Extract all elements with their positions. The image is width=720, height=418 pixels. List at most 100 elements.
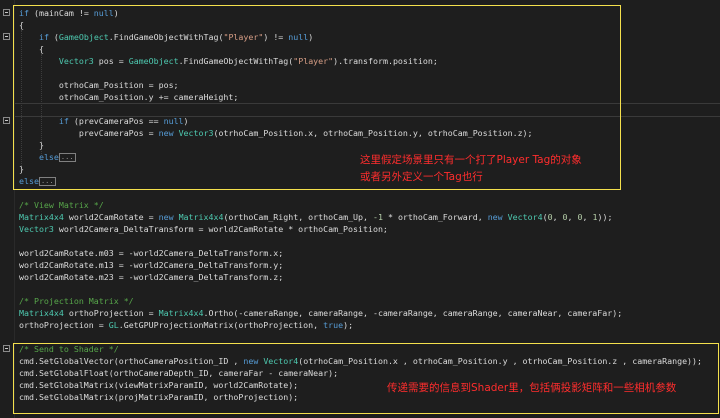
code-text: cmd.SetGlobalVector(orthoCameraPosition_… bbox=[19, 356, 244, 366]
code-text: { bbox=[38, 44, 44, 54]
code-line: world2CamRotate.m03 = -world2Camera_Delt… bbox=[19, 247, 720, 259]
code-text: orthoProjection = bbox=[63, 308, 159, 318]
code-line: { bbox=[19, 43, 720, 55]
type-name: Vector3 bbox=[19, 224, 54, 234]
code-text: , bbox=[552, 212, 563, 222]
code-comment: /* Projection Matrix */ bbox=[19, 296, 134, 306]
code-text: (prevCameraPos == bbox=[68, 116, 164, 126]
code-lines[interactable]: if (mainCam != null) { if (GameObject.Fi… bbox=[19, 7, 720, 403]
code-comment: /* View Matrix */ bbox=[19, 200, 104, 210]
keyword: if bbox=[38, 32, 49, 42]
keyword: new bbox=[487, 212, 503, 222]
code-comment: /* Send to Shader */ bbox=[19, 344, 119, 354]
code-text: ) bbox=[183, 116, 189, 126]
code-line: if (mainCam != null) bbox=[19, 7, 720, 19]
keyword: new bbox=[158, 128, 174, 138]
code-text: cmd.SetGlobalMatrix(projMatrixParamID, o… bbox=[19, 392, 299, 402]
type-name: Vector3 bbox=[58, 56, 94, 66]
fold-toggle-icon[interactable] bbox=[3, 345, 10, 352]
type-name: Matrix4x4 bbox=[19, 212, 64, 222]
type-name: Matrix4x4 bbox=[158, 308, 204, 318]
code-text: { bbox=[19, 20, 24, 30]
code-text: } bbox=[38, 140, 44, 150]
keyword: new bbox=[243, 356, 259, 366]
keyword: null bbox=[93, 8, 114, 18]
code-text: ) bbox=[308, 32, 314, 42]
string-literal: "Player" bbox=[223, 32, 264, 42]
code-text: world2CamRotate = bbox=[63, 212, 159, 222]
type-name: GameObject bbox=[58, 32, 109, 42]
type-name: GL bbox=[108, 320, 119, 330]
code-text: world2CamRotate.m03 = -world2Camera_Delt… bbox=[19, 248, 284, 258]
code-line: if (GameObject.FindGameObjectWithTag("Pl… bbox=[38, 32, 314, 42]
code-text: ) bbox=[113, 8, 119, 18]
code-text: )); bbox=[597, 212, 613, 222]
code-text: world2Camera_DeltaTransform = world2CamR… bbox=[53, 224, 388, 234]
code-text: (mainCam != bbox=[28, 8, 94, 18]
fold-toggle-icon[interactable] bbox=[3, 117, 10, 124]
code-text: (orthoCam_Right, orthoCam_Up, bbox=[223, 212, 373, 222]
code-text: otrhoCam_Position.y += cameraHeight; bbox=[58, 92, 239, 102]
keyword: if bbox=[19, 8, 29, 18]
code-line: Matrix4x4 orthoProjection = Matrix4x4.Or… bbox=[19, 307, 720, 319]
code-text: , bbox=[582, 212, 593, 222]
code-line: } bbox=[19, 139, 720, 151]
annotation-player-tag: 这里假定场景里只有一个打了Player Tag的对象 或者另外定义一个Tag也行 bbox=[360, 154, 582, 183]
code-line: /* Send to Shader */ bbox=[19, 343, 720, 355]
keyword: else bbox=[19, 176, 39, 186]
type-name: Vector4 bbox=[507, 212, 543, 222]
code-text: * orthoCam_Forward, bbox=[382, 212, 488, 222]
keyword: null bbox=[163, 116, 184, 126]
code-line: world2CamRotate.m23 = -world2Camera_Delt… bbox=[19, 271, 720, 283]
keyword: null bbox=[288, 32, 309, 42]
code-text: .FindGameObjectWithTag( bbox=[178, 56, 294, 66]
code-line: /* View Matrix */ bbox=[19, 199, 720, 211]
code-line: /* Projection Matrix */ bbox=[19, 295, 720, 307]
code-editor[interactable]: if (mainCam != null) { if (GameObject.Fi… bbox=[0, 0, 720, 418]
editor-gutter bbox=[0, 0, 15, 418]
keyword: else bbox=[38, 152, 59, 162]
code-line: if (prevCameraPos == null) bbox=[19, 115, 720, 127]
code-text: .Ortho(-cameraRange, cameraRange, -camer… bbox=[203, 308, 623, 318]
fold-toggle-icon[interactable] bbox=[3, 9, 10, 16]
type-name: Matrix4x4 bbox=[19, 308, 64, 318]
code-text: .GetGPUProjectionMatrix(orthoProjection, bbox=[118, 320, 324, 330]
keyword: true bbox=[323, 320, 344, 330]
code-text: , bbox=[567, 212, 578, 222]
code-text: world2CamRotate.m13 = -world2Camera_Delt… bbox=[19, 260, 284, 270]
type-name: Vector3 bbox=[178, 128, 214, 138]
fold-toggle-icon[interactable] bbox=[3, 33, 10, 40]
code-text: pos = bbox=[93, 56, 129, 66]
code-text: (otrhoCam_Position.x , otrhoCam_Position… bbox=[298, 356, 703, 366]
code-line: otrhoCam_Position.y += cameraHeight; bbox=[19, 91, 720, 103]
type-name: Matrix4x4 bbox=[178, 212, 224, 222]
code-text: ).transform.position; bbox=[333, 56, 438, 66]
code-text: cmd.SetGlobalFloat(orthoCameraDepth_ID, … bbox=[19, 368, 339, 378]
code-line: otrhoCam_Position = pos; bbox=[19, 79, 720, 91]
number-literal: -1 bbox=[373, 212, 383, 222]
collapsed-region-marker[interactable]: ... bbox=[58, 153, 76, 162]
code-line: orthoProjection = GL.GetGPUProjectionMat… bbox=[19, 319, 720, 331]
code-text: prevCameraPos = bbox=[78, 128, 159, 138]
code-text: (otrhoCam_Position.x, otrhoCam_Position.… bbox=[213, 128, 533, 138]
code-line: prevCameraPos = new Vector3(otrhoCam_Pos… bbox=[19, 127, 720, 139]
collapsed-region-marker[interactable]: ... bbox=[38, 177, 56, 186]
code-text: ); bbox=[343, 320, 354, 330]
code-text: world2CamRotate.m23 = -world2Camera_Delt… bbox=[19, 272, 284, 282]
code-text: } bbox=[19, 164, 24, 174]
code-line: Vector3 pos = GameObject.FindGameObjectW… bbox=[19, 55, 720, 67]
code-text: orthoProjection = bbox=[19, 320, 109, 330]
keyword: if bbox=[58, 116, 69, 126]
code-line: { bbox=[19, 19, 720, 31]
type-name: GameObject bbox=[128, 56, 179, 66]
code-text: cmd.SetGlobalMatrix(viewMatrixParamID, w… bbox=[19, 380, 299, 390]
annotation-send-to-shader: 传递需要的信息到Shader里，包括俩投影矩阵和一些相机参数 bbox=[387, 382, 677, 394]
code-text: ) != bbox=[263, 32, 289, 42]
code-text: otrhoCam_Position = pos; bbox=[58, 80, 179, 90]
